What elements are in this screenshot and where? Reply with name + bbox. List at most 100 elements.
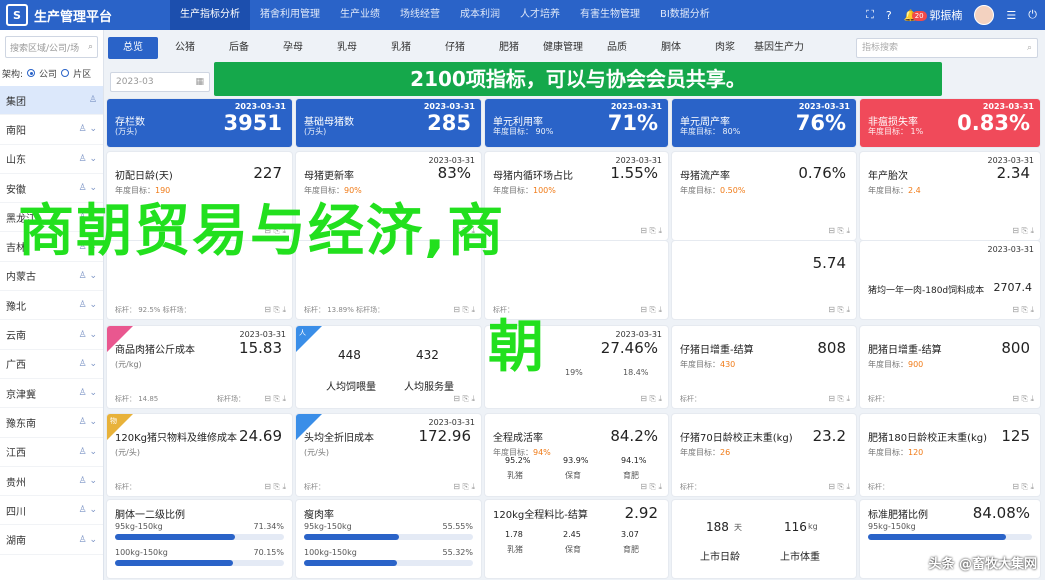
card-action-icons[interactable]: ⊟ ⎘ ⤓ [828, 226, 850, 236]
card-label: 头均全折旧成本 [304, 433, 374, 444]
card-action-icons[interactable]: ⊟ ⎘ ⤓ [640, 226, 662, 236]
indicator-card[interactable]: 188 天 116 kg 上市日龄 上市体重 [672, 500, 856, 578]
tab-item[interactable]: 肥猪 [482, 37, 536, 59]
card-action-icons[interactable]: ⊟ ⎘ ⤓ [453, 394, 475, 404]
user-name[interactable]: 郭振楠 [929, 7, 962, 23]
avatar[interactable] [974, 5, 995, 25]
nav-item[interactable]: 猪舍利用管理 [250, 0, 330, 30]
card-action-icons[interactable]: ⊟ ⎘ ⤓ [828, 482, 850, 492]
tab-item[interactable]: 品质 [590, 37, 644, 59]
nav-item[interactable]: 人才培养 [510, 0, 570, 30]
sidebar-item[interactable]: 集团 ♙ [0, 86, 103, 116]
card-foot: 标杆： 92.5% 标杆场： [115, 306, 191, 314]
card-value: 0.76% [798, 164, 846, 182]
nav-item[interactable]: 生产指标分析 [170, 0, 250, 30]
indicator-card[interactable]: 母猪流产率 0.76% 年度目标：0.50% ⊟ ⎘ ⤓ [672, 152, 856, 240]
nav-item[interactable]: 生产业绩 [330, 0, 390, 30]
tab-item[interactable]: 乳母 [320, 37, 374, 59]
card-action-icons[interactable]: ⊟ ⎘ ⤓ [640, 482, 662, 492]
card-action-icons[interactable]: ⊟ ⎘ ⤓ [1012, 305, 1034, 315]
notification-icon[interactable]: 🔔 20 [904, 9, 927, 22]
card-action-icons[interactable]: ⊟ ⎘ ⤓ [828, 394, 850, 404]
card-action-icons[interactable]: ⊟ ⎘ ⤓ [453, 305, 475, 315]
nav-item[interactable]: 成本利润 [450, 0, 510, 30]
tab-item[interactable]: 孕母 [266, 37, 320, 59]
radio-area[interactable] [61, 69, 70, 77]
card-action-icons[interactable]: ⊟ ⎘ ⤓ [1012, 482, 1034, 492]
tab-item[interactable]: 肉浆 [698, 37, 752, 59]
sidebar-item[interactable]: 云南 ♙ ⌄ [0, 320, 103, 350]
notification-badge: 20 [911, 10, 927, 21]
sidebar-search-input[interactable]: 搜索区域/公司/场 ⌕ [5, 36, 98, 58]
indicator-search-input[interactable]: 指标搜索 ⌕ [856, 38, 1038, 58]
tab-item[interactable]: 总览 [108, 37, 158, 59]
sidebar-item-label: 贵州 [6, 477, 26, 489]
fullscreen-icon[interactable]: ⛶ [866, 8, 874, 22]
stat-value: 94.1% [621, 456, 647, 465]
indicator-card[interactable]: 人人均饲喂量 448 ⊟ ⎘ ⤓ 人均服务量 432 [296, 326, 481, 408]
menu-icon[interactable]: ☰ [1006, 9, 1016, 22]
indicator-card[interactable]: 2023-03-31 母猪内循环场占比 1.55% 年度目标：100% ⊟ ⎘ ⤓ [485, 152, 668, 240]
indicator-card[interactable]: 瘦肉率 95kg-150kg 55.55% 100kg-150kg 55.32% [296, 500, 481, 578]
sidebar-item[interactable]: 山东 ♙ ⌄ [0, 145, 103, 174]
indicator-card[interactable]: 2023-03-31 商品肉猪公斤成本 15.83 (元/kg) 标杆： 14.85 ⊟ … [107, 326, 292, 408]
radio-company[interactable] [27, 69, 36, 77]
card-action-icons[interactable]: ⊟ ⎘ ⤓ [1012, 394, 1034, 404]
card-sub: 年度目标：2.4 [868, 185, 921, 196]
card-action-icons[interactable]: ⊟ ⎘ ⤓ [453, 482, 475, 492]
indicator-card[interactable]: 2023-03-31 头均全折旧成本 172.96 (元/头) 标杆： ⊟ ⎘ ⤓ [296, 414, 481, 496]
indicator-card[interactable]: 物 120Kg猪只物料及维修成本 24.69 (元/头) 标杆： ⊟ ⎘ ⤓ [107, 414, 292, 496]
tab-item[interactable]: 公猪 [158, 37, 212, 59]
sidebar-item[interactable]: 豫北 ♙ ⌄ [0, 291, 103, 321]
tab-item[interactable]: 乳猪 [374, 37, 428, 59]
card-action-icons[interactable]: ⊟ ⎘ ⤓ [264, 305, 286, 315]
card-sub: 年度目标：900 [868, 359, 923, 370]
tab-item[interactable]: 仔猪 [428, 37, 482, 59]
card-action-icons[interactable]: ⊟ ⎘ ⤓ [264, 482, 286, 492]
card-action-icons[interactable]: ⊟ ⎘ ⤓ [264, 394, 286, 404]
indicator-card[interactable]: 肥猪日增重-结算 800 年度目标：900 标杆： ⊟ ⎘ ⤓ [860, 326, 1040, 408]
indicator-card[interactable]: 仔猪日增重-结算 808 年度目标：430 标杆： ⊟ ⎘ ⤓ [672, 326, 856, 408]
sidebar-item[interactable]: 江西 ♙ ⌄ [0, 438, 103, 467]
indicator-card[interactable]: 仔猪70日龄校正末重(kg) 23.2 年度目标：26 标杆： ⊟ ⎘ ⤓ [672, 414, 856, 496]
nav-item[interactable]: 有害生物管理 [570, 0, 650, 30]
progress-fill [115, 560, 234, 566]
sidebar-item[interactable]: 京津冀 ♙ ⌄ [0, 379, 103, 409]
sidebar-item[interactable]: 豫东南 ♙ ⌄ [0, 408, 103, 438]
card-action-icons[interactable]: ⊟ ⎘ ⤓ [640, 394, 662, 404]
indicator-card[interactable]: 2023-03-31 ⊟ ⎘ ⤓ 猪均一年一肉-180d饲料成本 2707.4 [860, 241, 1040, 319]
date-picker[interactable]: 2023-03 ▦ [110, 72, 210, 92]
tab-item[interactable]: 健康管理 [536, 37, 590, 59]
indicator-card[interactable]: 2023-03-31 非瘟损失率 年度目标： 1% 0.83% [860, 99, 1040, 147]
person-icon: ♙ [88, 95, 97, 106]
indicator-card[interactable]: 胴体一二级比例 95kg-150kg 71.34% 100kg-150kg 70.15% [107, 500, 292, 578]
sidebar-item[interactable]: 贵州 ♙ ⌄ [0, 467, 103, 497]
card-value: 448 [338, 348, 361, 362]
indicator-card[interactable]: 2023-03-31 单元利用率 年度目标： 90% 71% [485, 99, 668, 147]
card-sub-label: (元/头) [304, 448, 329, 457]
indicator-card[interactable]: 2023-03-31 存栏数 (万头) 3951 [107, 99, 292, 147]
logout-icon[interactable]: ⏻ [1028, 8, 1037, 22]
indicator-card[interactable]: 2023-03-31 基础母猪数 (万头) 285 [296, 99, 481, 147]
card-date: 2023-03-31 [987, 245, 1035, 254]
indicator-card[interactable]: 肥猪180日龄校正末重(kg) 125 年度目标：120 标杆： ⊟ ⎘ ⤓ [860, 414, 1040, 496]
card-foot: 标杆： [115, 483, 136, 491]
tab-item[interactable]: 基因生产力 [752, 37, 806, 59]
help-icon[interactable]: ? [886, 9, 892, 22]
sidebar-item[interactable]: 南阳 ♙ ⌄ [0, 115, 103, 145]
indicator-card[interactable]: 2023-03-31 单元周产率 年度目标： 80% 76% [672, 99, 856, 147]
tab-item[interactable]: 后备 [212, 37, 266, 59]
tab-item[interactable]: 胴体 [644, 37, 698, 59]
indicator-card[interactable]: 5.74 ⊟ ⎘ ⤓ [672, 241, 856, 319]
nav-item[interactable]: 场线经营 [390, 0, 450, 30]
indicator-card[interactable]: 全程成活率 84.2% 年度目标：94% ⊟ ⎘ ⤓ 95.2% 乳猪 93.9% 保育 94.… [485, 414, 668, 496]
sidebar-item[interactable]: 四川 ♙ ⌄ [0, 496, 103, 526]
indicator-card[interactable]: 120kg全程料比-结算 2.92 1.78 乳猪 2.45 保育 3.07 育肥 [485, 500, 668, 578]
card-action-icons[interactable]: ⊟ ⎘ ⤓ [828, 305, 850, 315]
card-action-icons[interactable]: ⊟ ⎘ ⤓ [1012, 226, 1034, 236]
card-action-icons[interactable]: ⊟ ⎘ ⤓ [640, 305, 662, 315]
indicator-card[interactable]: 2023-03-31 年产胎次 2.34 年度目标：2.4 ⊟ ⎘ ⤓ [860, 152, 1040, 240]
nav-item[interactable]: BI数据分析 [650, 0, 720, 30]
sidebar-item[interactable]: 广西 ♙ ⌄ [0, 350, 103, 379]
sidebar-item[interactable]: 湖南 ♙ ⌄ [0, 525, 103, 555]
